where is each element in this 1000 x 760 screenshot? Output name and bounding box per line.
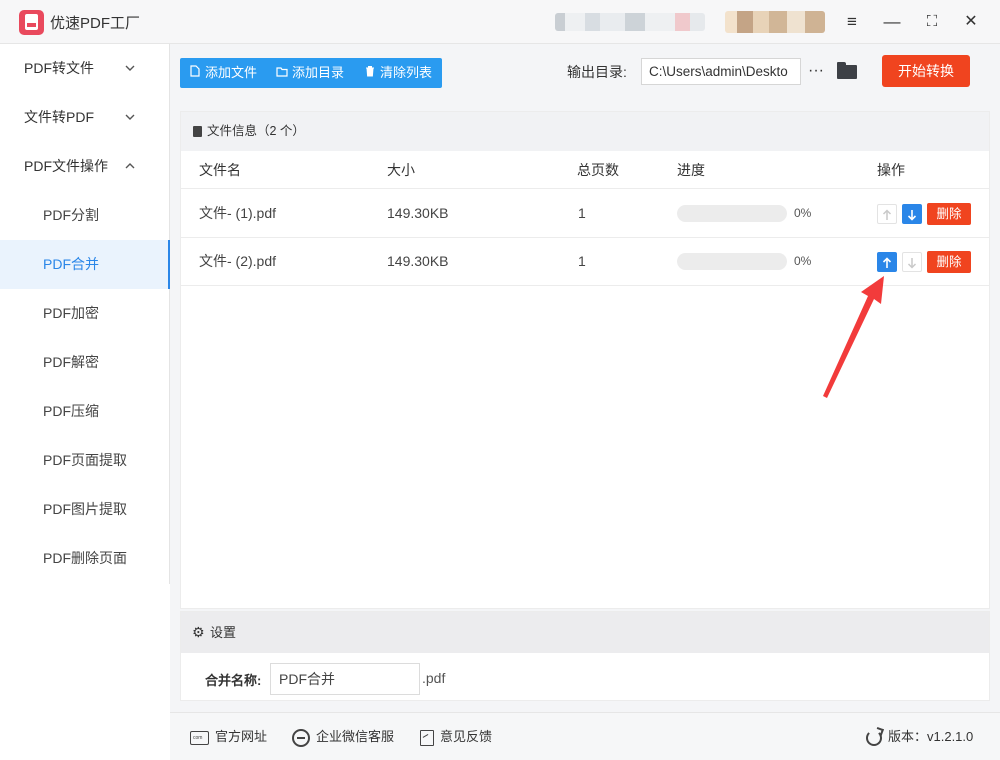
file-name: 文件- (2).pdf	[199, 253, 277, 269]
move-up-button[interactable]	[877, 252, 897, 272]
more-options-icon[interactable]: ···	[807, 58, 825, 84]
file-list-panel: 文件信息（2 个） 文件名 大小 总页数 进度 操作 文件- (1).pdf 1…	[180, 111, 990, 609]
output-dir-input[interactable]: C:\Users\admin\Deskto	[641, 58, 801, 85]
official-website-link[interactable]: 官方网址	[190, 713, 267, 760]
feedback-label: 意见反馈	[440, 729, 493, 744]
delete-button[interactable]: 删除	[927, 203, 971, 225]
merge-extension: .pdf	[422, 670, 446, 686]
gear-icon: ⚙	[192, 624, 205, 640]
col-progress: 进度	[677, 162, 705, 178]
file-name: 文件- (1).pdf	[199, 205, 277, 221]
progress-bar	[677, 253, 787, 270]
progress-bar	[677, 205, 787, 222]
feedback-icon	[420, 729, 434, 746]
table-header: 文件名 大小 总页数 进度 操作	[181, 151, 989, 189]
progress-percent: 0%	[794, 254, 812, 268]
settings-header: ⚙ 设置	[181, 612, 989, 653]
sidebar-item-pdf-encrypt[interactable]: PDF加密	[0, 289, 170, 338]
sidebar-item-label: PDF解密	[43, 354, 99, 370]
sidebar-item-pdf-page-extract[interactable]: PDF页面提取	[0, 436, 170, 485]
menu-icon[interactable]: ≡	[840, 10, 864, 34]
col-actions: 操作	[877, 162, 905, 178]
col-size: 大小	[387, 162, 415, 178]
progress-percent: 0%	[794, 206, 812, 220]
version-info[interactable]: 版本：v1.2.1.0	[866, 713, 973, 760]
merge-name-input[interactable]: PDF合并	[270, 663, 420, 695]
version-label: 版本：v1.2.1.0	[888, 729, 974, 744]
sidebar-group-label: PDF转文件	[24, 60, 94, 76]
col-name: 文件名	[199, 162, 241, 178]
file-icon	[189, 59, 201, 89]
sidebar-item-pdf-image-extract[interactable]: PDF图片提取	[0, 485, 170, 534]
sidebar-item-pdf-merge[interactable]: PDF合并	[0, 240, 170, 289]
add-folder-button[interactable]: 添加目录	[276, 58, 344, 88]
refresh-icon	[866, 729, 882, 746]
move-down-button[interactable]	[902, 204, 922, 224]
output-dir-label: 输出目录:	[567, 64, 627, 80]
wechat-label: 企业微信客服	[316, 729, 395, 744]
file-size: 149.30KB	[387, 205, 449, 221]
sidebar-item-label: PDF图片提取	[43, 501, 127, 517]
title-bar: 优速PDF工厂 ≡ — ⛶ ✕	[0, 0, 1000, 44]
blurred-user-avatar	[725, 11, 825, 33]
sidebar-group-pdf-operations[interactable]: PDF文件操作	[0, 142, 170, 191]
sidebar-item-label: PDF删除页面	[43, 550, 127, 566]
sidebar-item-pdf-compress[interactable]: PDF压缩	[0, 387, 170, 436]
chevron-up-icon	[122, 142, 138, 191]
move-up-button[interactable]	[877, 204, 897, 224]
start-convert-button[interactable]: 开始转换	[882, 55, 970, 87]
sidebar-item-label: PDF压缩	[43, 403, 99, 419]
sidebar-item-label: PDF分割	[43, 207, 99, 223]
sidebar-group-label: 文件转PDF	[24, 109, 94, 125]
folder-outline-icon	[276, 59, 288, 89]
file-pages: 1	[578, 253, 586, 269]
col-pages: 总页数	[577, 162, 619, 178]
delete-button[interactable]: 删除	[927, 251, 971, 273]
sidebar: PDF转文件 文件转PDF PDF文件操作 PDF分割 PDF合并 PDF加密 …	[0, 44, 170, 584]
sidebar-item-pdf-decrypt[interactable]: PDF解密	[0, 338, 170, 387]
sidebar-group-pdf-to-file[interactable]: PDF转文件	[0, 44, 170, 93]
file-info-title: 文件信息（2 个）	[207, 124, 305, 138]
app-logo	[19, 10, 44, 35]
settings-title: 设置	[210, 625, 237, 640]
merge-name-label: 合并名称:	[205, 673, 262, 688]
clear-list-label: 清除列表	[380, 65, 433, 80]
sidebar-item-label: PDF页面提取	[43, 452, 127, 468]
sidebar-item-label: PDF合并	[43, 256, 99, 272]
table-row[interactable]: 文件- (2).pdf 149.30KB 1 0% 删除	[181, 238, 989, 286]
clear-list-button[interactable]: 清除列表	[364, 58, 432, 88]
main-area: 添加文件 添加目录 清除列表 输出目录: C:\Users\admin\Desk…	[170, 44, 1000, 712]
chat-icon	[292, 728, 310, 747]
footer: 官方网址 企业微信客服 意见反馈 版本：v1.2.1.0	[170, 712, 1000, 760]
website-label: 官方网址	[215, 729, 268, 744]
chevron-down-icon	[122, 44, 138, 93]
sidebar-item-pdf-split[interactable]: PDF分割	[0, 191, 170, 240]
sidebar-group-label: PDF文件操作	[24, 158, 108, 174]
feedback-link[interactable]: 意见反馈	[420, 713, 492, 760]
file-toolbar: 添加文件 添加目录 清除列表	[180, 58, 442, 88]
maximize-icon[interactable]: ⛶	[920, 10, 944, 34]
add-folder-label: 添加目录	[292, 65, 345, 80]
file-info-header: 文件信息（2 个）	[181, 112, 989, 151]
blurred-account-info	[555, 13, 705, 31]
close-icon[interactable]: ✕	[959, 10, 983, 34]
move-down-button[interactable]	[902, 252, 922, 272]
app-title: 优速PDF工厂	[50, 15, 141, 32]
sidebar-group-file-to-pdf[interactable]: 文件转PDF	[0, 93, 170, 142]
chevron-down-icon	[122, 93, 138, 142]
website-icon	[190, 730, 209, 745]
wechat-support-link[interactable]: 企业微信客服	[292, 713, 394, 760]
table-row[interactable]: 文件- (1).pdf 149.30KB 1 0% 删除	[181, 190, 989, 238]
document-icon	[193, 126, 202, 137]
add-file-label: 添加文件	[205, 65, 258, 80]
file-size: 149.30KB	[387, 253, 449, 269]
minimize-icon[interactable]: —	[880, 10, 904, 34]
sidebar-item-pdf-delete-pages[interactable]: PDF删除页面	[0, 534, 170, 583]
folder-icon[interactable]	[837, 62, 857, 79]
trash-icon	[364, 59, 376, 89]
file-pages: 1	[578, 205, 586, 221]
sidebar-item-label: PDF加密	[43, 305, 99, 321]
settings-panel: ⚙ 设置 合并名称: PDF合并 .pdf	[180, 611, 990, 701]
add-file-button[interactable]: 添加文件	[189, 58, 257, 88]
